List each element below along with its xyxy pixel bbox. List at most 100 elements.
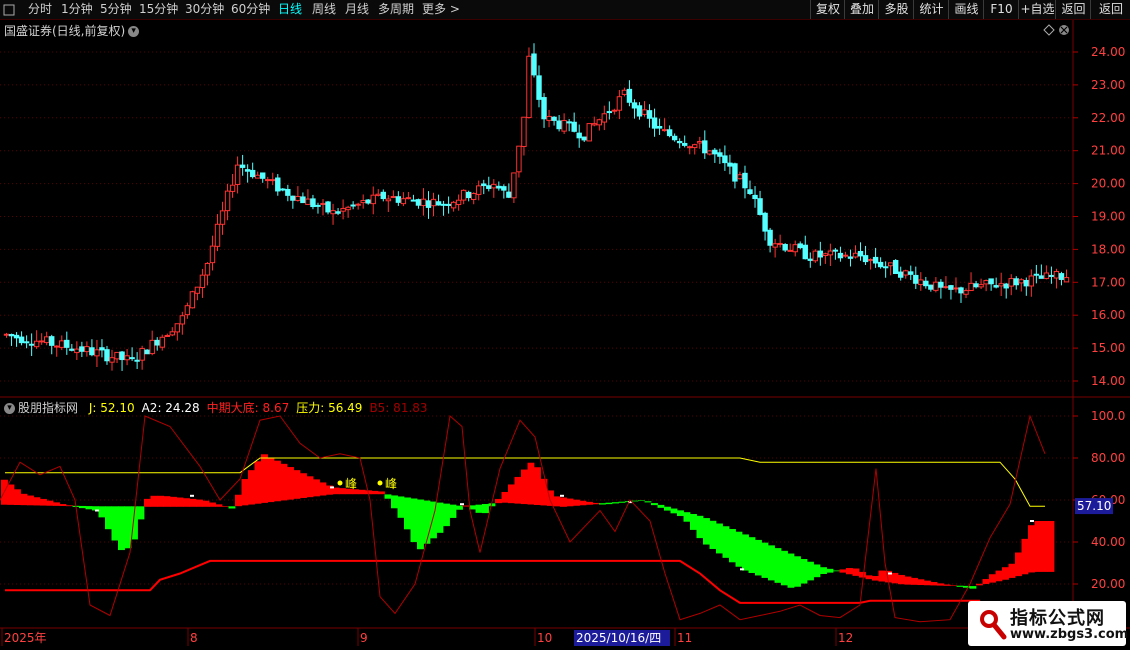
indicator-green-bar xyxy=(781,550,788,586)
indicator-green-bar xyxy=(475,504,483,513)
indicator-green-bar xyxy=(391,495,398,509)
indicator-red-bar xyxy=(1015,552,1022,577)
candle-body xyxy=(707,150,713,155)
candle-body xyxy=(310,198,316,208)
candle-body xyxy=(74,348,80,354)
date-label: 9 xyxy=(360,631,368,645)
candle-body xyxy=(636,105,643,117)
candle-body xyxy=(249,169,256,178)
candle-body xyxy=(762,212,768,232)
candle-body xyxy=(556,120,562,130)
candle-body xyxy=(169,331,175,336)
indicator-green-bar xyxy=(794,556,801,587)
candle-body xyxy=(737,174,743,180)
candle-body xyxy=(767,229,773,246)
candle-body xyxy=(335,211,341,214)
indicator-value-4: B5: 81.83 xyxy=(369,401,428,415)
candle-body xyxy=(300,196,306,204)
indicator-tick-label: 100.0 xyxy=(1091,409,1125,423)
candle-body xyxy=(355,203,361,206)
candle-body xyxy=(49,336,55,346)
settings-circle-icon[interactable]: ▾ xyxy=(4,403,15,414)
candlestick-series xyxy=(3,43,1070,371)
indicator-red-bar xyxy=(573,499,580,506)
candle-body xyxy=(877,261,884,268)
candle-body xyxy=(777,242,783,245)
indicator-red-bar xyxy=(852,568,860,576)
candle-body xyxy=(938,281,944,288)
candle-body xyxy=(717,152,723,157)
indicator-green-bar xyxy=(436,502,444,533)
candle-body xyxy=(465,191,472,199)
price-tick-label: 21.00 xyxy=(1091,144,1125,158)
chevron-down-icon[interactable]: ▾ xyxy=(128,26,140,37)
indicator-green-bar xyxy=(833,570,840,572)
indicator-green-bar xyxy=(137,506,145,520)
indicator-marker xyxy=(460,503,464,506)
candle-body xyxy=(44,336,50,344)
candle-body xyxy=(325,201,331,213)
candle-body xyxy=(948,285,954,290)
indicator-red-bar xyxy=(254,461,262,504)
stock-title: 国盛证券(日线,前复权) xyxy=(4,24,126,38)
indicator-green-bar xyxy=(111,506,119,541)
indicator-green-bar xyxy=(397,496,405,518)
indicator-red-bar xyxy=(846,568,853,575)
indicator-marker xyxy=(740,568,744,571)
indicator-green-bar xyxy=(787,553,795,588)
candle-body xyxy=(963,290,969,295)
indicator-red-bar xyxy=(976,583,983,586)
indicator-green-bar xyxy=(768,545,775,581)
indicator-red-bar xyxy=(59,504,67,507)
indicator-red-bar xyxy=(235,494,242,507)
indicator-red-bar xyxy=(1021,538,1029,575)
candle-body xyxy=(822,253,829,257)
candle-body xyxy=(757,198,763,215)
indicator-red-bar xyxy=(40,498,47,506)
candle-body xyxy=(28,343,35,346)
indicator-green-bar xyxy=(98,506,106,518)
candle-body xyxy=(842,254,849,257)
indicator-green-bar xyxy=(482,503,489,514)
peak-label: 峰 xyxy=(345,477,357,491)
candle-body xyxy=(847,256,854,259)
candle-body xyxy=(290,195,296,201)
diamond-icon[interactable] xyxy=(1043,24,1055,36)
candle-body xyxy=(521,116,527,147)
indicator-red-bar xyxy=(566,498,574,507)
indicator-green-bar xyxy=(761,542,769,578)
peak-dot xyxy=(337,480,343,486)
indicator-red-bar xyxy=(241,479,249,506)
indicator-green-bar xyxy=(813,564,821,578)
indicator-green-bar xyxy=(423,500,431,544)
candle-body xyxy=(476,185,482,195)
indicator-green-bar xyxy=(384,494,392,499)
indicator-value-0: J: 52.10 xyxy=(88,401,135,415)
indicator-tick-label: 80.00 xyxy=(1091,451,1125,465)
candle-body xyxy=(280,188,286,191)
indicator-name[interactable]: 股朋指标网 xyxy=(18,401,78,415)
candle-body xyxy=(742,172,748,189)
candle-body xyxy=(390,196,397,199)
candle-body xyxy=(54,345,60,348)
indicator-green-bar xyxy=(443,503,450,527)
candle-body xyxy=(501,186,507,191)
indicator-tick-label: 40.00 xyxy=(1091,535,1125,549)
indicator-red-bar xyxy=(579,500,587,506)
indicator-red-bar xyxy=(982,579,990,584)
candle-body xyxy=(234,164,241,185)
indicator-red-bar xyxy=(46,500,54,506)
indicator-marker xyxy=(888,572,892,575)
indicator-green-bar xyxy=(417,499,424,550)
candle-body xyxy=(350,204,356,207)
candle-body xyxy=(792,244,798,253)
indicator-red-bar xyxy=(1034,521,1042,572)
watermark-logo: 指标公式网 www.zbgs3.com xyxy=(968,601,1128,646)
candle-body xyxy=(440,203,447,206)
candle-body xyxy=(606,111,613,114)
indicator-series: 峰峰 xyxy=(0,414,1055,623)
indicator-red-bar xyxy=(514,476,522,504)
close-icon[interactable] xyxy=(1059,25,1069,35)
indicator-title: ▾ 股朋指标网 J: 52.10 A2: 24.28 中期大底: 8.67 压力: 56… xyxy=(4,399,428,416)
chart-canvas[interactable]: 24.00 23.00 22.00 21.00 20.00 19.00 18.00 17.00… xyxy=(0,0,1130,650)
